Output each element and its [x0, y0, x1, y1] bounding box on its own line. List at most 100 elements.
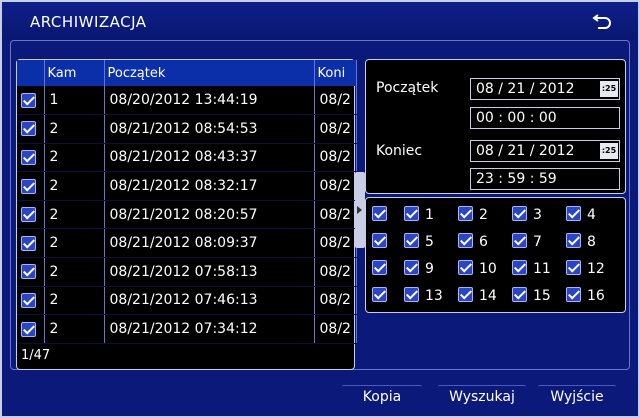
checkmark-icon: [21, 121, 36, 137]
row-start-time: 08/21/2012 08:09:37: [104, 228, 315, 259]
camera-number: 8: [587, 234, 596, 250]
table-row[interactable]: 2 08/21/2012 08:09:37 08/2: [17, 228, 357, 259]
checkmark-icon: [566, 287, 581, 302]
checkmark-icon: [21, 321, 36, 337]
camera-checkbox[interactable]: 5: [404, 231, 454, 255]
checkmark-icon: [21, 235, 36, 251]
start-date-value: 08 / 21 / 2012: [476, 81, 575, 97]
camera-checkbox[interactable]: 15: [512, 285, 562, 309]
checkmark-icon: [566, 260, 581, 275]
search-button[interactable]: Wyszukaj: [438, 385, 526, 409]
calendar-icon[interactable]: :25: [600, 143, 618, 159]
checkmark-icon: [458, 287, 473, 302]
camera-number: 5: [425, 234, 434, 250]
camera-checkbox[interactable]: 4: [566, 204, 616, 228]
copy-button[interactable]: Kopia: [342, 385, 422, 409]
camera-number: 3: [533, 207, 542, 223]
table-row[interactable]: 2 08/21/2012 07:34:12 08/2: [17, 314, 357, 344]
recordings-list-panel: Kam Początek Koni 1 08/20/2012 13:44:19 08…: [16, 59, 357, 370]
checkmark-icon: [458, 260, 473, 275]
row-checkbox[interactable]: [17, 114, 45, 144]
row-camera: 1: [44, 86, 105, 116]
header-start[interactable]: Początek: [104, 60, 315, 86]
header-end[interactable]: Koni: [314, 60, 357, 86]
table-row[interactable]: 2 08/21/2012 08:43:37 08/2: [17, 143, 357, 173]
table-header: Kam Początek Koni: [17, 60, 357, 86]
row-start-time: 08/21/2012 08:54:53: [104, 114, 315, 144]
camera-number: 12: [587, 261, 605, 277]
checkmark-icon: [372, 233, 387, 248]
end-time-field[interactable]: 23 : 59 : 59: [470, 168, 620, 190]
row-start-time: 08/21/2012 07:58:13: [104, 257, 315, 287]
checkmark-icon: [566, 233, 581, 248]
row-end-time: 08/2: [314, 200, 357, 230]
row-end-time: 08/2: [314, 86, 357, 116]
camera-number: 11: [533, 261, 551, 277]
camera-checkbox[interactable]: 14: [458, 285, 508, 309]
checkmark-icon: [404, 233, 419, 248]
camera-checkbox[interactable]: 2: [458, 204, 508, 228]
row-checkbox[interactable]: [17, 314, 45, 344]
row-camera: 2: [44, 143, 105, 173]
checkmark-icon: [21, 292, 36, 308]
camera-checkbox[interactable]: 10: [458, 258, 508, 282]
row-start-time: 08/21/2012 07:46:13: [104, 286, 315, 316]
row-camera: 2: [44, 200, 105, 230]
row-end-time: 08/2: [314, 257, 357, 287]
camera-checkbox[interactable]: 16: [566, 285, 616, 309]
camera-checkbox[interactable]: 7: [512, 231, 562, 255]
camera-number: 16: [587, 288, 605, 304]
camera-number: 13: [425, 288, 443, 304]
checkmark-icon: [458, 206, 473, 221]
calendar-icon[interactable]: :25: [600, 81, 618, 97]
checkmark-icon: [404, 287, 419, 302]
row-checkbox[interactable]: [17, 86, 45, 116]
scrollbar-handle[interactable]: [355, 172, 365, 248]
row-start-time: 08/21/2012 08:32:17: [104, 171, 315, 201]
table-row[interactable]: 2 08/21/2012 07:46:13 08/2: [17, 286, 357, 316]
row-checkbox[interactable]: [17, 286, 45, 316]
checkmark-icon: [404, 260, 419, 275]
row-checkbox[interactable]: [17, 143, 45, 173]
window-title: ARCHIWIZACJA: [30, 13, 147, 31]
camera-checkbox[interactable]: 9: [404, 258, 454, 282]
start-date-field[interactable]: 08 / 21 / 2012 :25: [470, 78, 620, 100]
camera-checkbox[interactable]: 11: [512, 258, 562, 282]
row-end-time: 08/2: [314, 114, 357, 144]
row-camera: 2: [44, 257, 105, 287]
camera-number: 2: [479, 207, 488, 223]
camera-number: 15: [533, 288, 551, 304]
start-time-field[interactable]: 00 : 00 : 00: [470, 107, 620, 129]
end-date-field[interactable]: 08 / 21 / 2012 :25: [470, 140, 620, 162]
checkmark-icon: [372, 206, 387, 221]
row-checkbox[interactable]: [17, 171, 45, 201]
header-camera[interactable]: Kam: [44, 60, 105, 86]
row-checkbox[interactable]: [17, 228, 45, 259]
table-row[interactable]: 2 08/21/2012 07:58:13 08/2: [17, 257, 357, 287]
camera-number: 1: [425, 207, 434, 223]
camera-number: 9: [425, 261, 434, 277]
row-checkbox[interactable]: [17, 200, 45, 230]
end-date-value: 08 / 21 / 2012: [476, 143, 575, 159]
table-row[interactable]: 2 08/21/2012 08:20:57 08/2: [17, 200, 357, 230]
checkmark-icon: [21, 92, 36, 108]
table-row[interactable]: 2 08/21/2012 08:32:17 08/2: [17, 171, 357, 201]
row-camera: 2: [44, 286, 105, 316]
row-checkbox[interactable]: [17, 257, 45, 287]
camera-checkbox[interactable]: 8: [566, 231, 616, 255]
camera-checkbox[interactable]: 3: [512, 204, 562, 228]
exit-button[interactable]: Wyjście: [538, 385, 616, 409]
camera-checkbox[interactable]: 12: [566, 258, 616, 282]
page-indicator: 1/47: [21, 348, 51, 363]
checkmark-icon: [21, 149, 36, 165]
camera-number: 4: [587, 207, 596, 223]
row-end-time: 08/2: [314, 314, 357, 344]
undo-arrow-icon[interactable]: [592, 12, 614, 30]
end-label: Koniec: [376, 143, 423, 159]
camera-checkbox[interactable]: 13: [404, 285, 454, 309]
table-row[interactable]: 2 08/21/2012 08:54:53 08/2: [17, 114, 357, 144]
camera-checkbox[interactable]: 1: [404, 204, 454, 228]
camera-checkbox[interactable]: 6: [458, 231, 508, 255]
row-camera: 2: [44, 228, 105, 259]
table-row[interactable]: 1 08/20/2012 13:44:19 08/2: [17, 86, 357, 116]
